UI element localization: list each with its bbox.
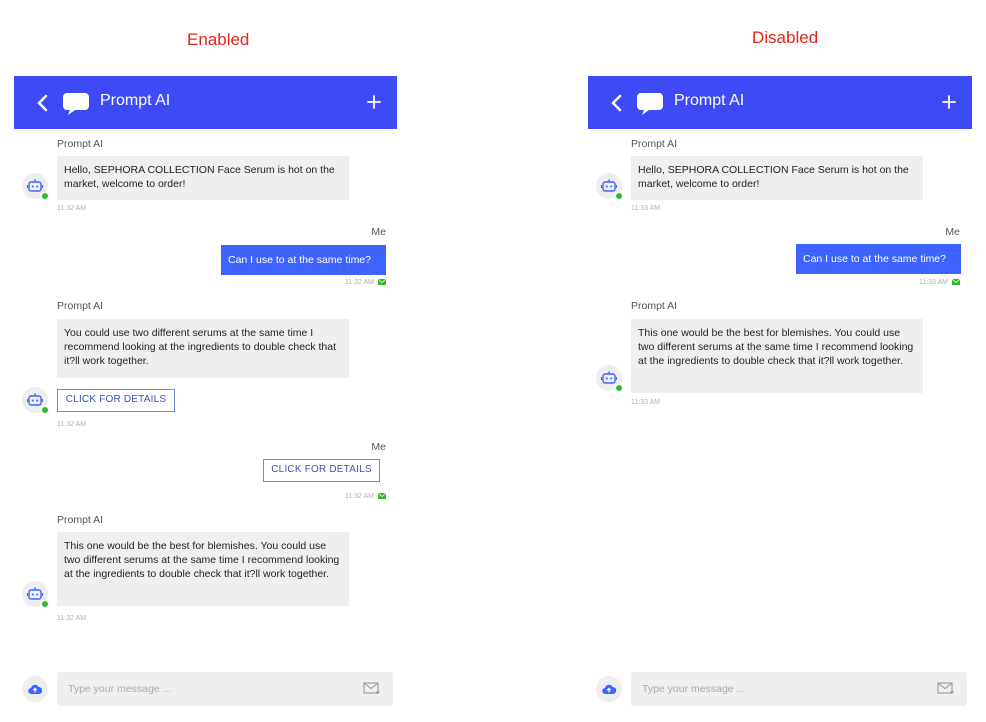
- online-status-dot: [41, 406, 49, 414]
- sender-name: Prompt AI: [631, 300, 678, 312]
- user-message-bubble: Can I use to at the same time?: [796, 244, 961, 274]
- message-input-box: [57, 672, 393, 706]
- online-status-dot: [615, 384, 623, 392]
- robot-icon: [601, 371, 617, 384]
- message-time: 11:33 AM: [631, 205, 661, 212]
- bot-avatar: [22, 173, 49, 200]
- chat-title: Prompt AI: [100, 92, 171, 109]
- message-time: 11:32 AM: [57, 205, 87, 212]
- chat-panel-disabled: Prompt AI Prompt AI Hello, SEPHORA COLLE…: [588, 76, 972, 716]
- message-input[interactable]: [68, 672, 328, 706]
- bot-message-bubble: This one would be the best for blemishes…: [57, 532, 349, 606]
- plus-icon[interactable]: [940, 92, 958, 112]
- envelope-sent-icon: [952, 279, 960, 285]
- user-message-bubble: Can I use to at the same time?: [221, 245, 386, 275]
- message-input-box: [631, 672, 967, 706]
- send-mail-icon[interactable]: [363, 682, 381, 696]
- online-status-dot: [615, 192, 623, 200]
- chat-title: Prompt AI: [674, 92, 745, 109]
- bot-avatar: [22, 387, 49, 414]
- click-for-details-button[interactable]: CLICK FOR DETAILS: [57, 389, 175, 412]
- send-mail-icon[interactable]: [937, 682, 955, 696]
- envelope-sent-icon: [378, 493, 386, 499]
- upload-button[interactable]: [596, 676, 622, 702]
- message-time: 11:32 AM: [344, 279, 374, 286]
- sender-name: Prompt AI: [57, 138, 104, 150]
- bot-message-bubble: Hello, SEPHORA COLLECTION Face Serum is …: [57, 156, 349, 200]
- chat-bubble-icon: [637, 93, 663, 115]
- plus-icon[interactable]: [365, 92, 383, 112]
- robot-icon: [27, 587, 43, 600]
- online-status-dot: [41, 600, 49, 608]
- upload-button[interactable]: [22, 676, 48, 702]
- chat-header: Prompt AI: [14, 76, 397, 129]
- sender-name: Prompt AI: [57, 514, 104, 526]
- sender-name: Prompt AI: [57, 300, 104, 312]
- sender-name: Prompt AI: [631, 138, 678, 150]
- message-time: 11:33 AM: [631, 399, 661, 406]
- bot-avatar: [596, 173, 623, 200]
- chat-bubble-icon: [63, 93, 89, 115]
- section-label-disabled: Disabled: [752, 28, 819, 47]
- message-input[interactable]: [642, 672, 902, 706]
- click-for-details-button[interactable]: CLICK FOR DETAILS: [263, 459, 380, 482]
- message-time: 11:32 AM: [344, 493, 374, 500]
- chevron-left-icon[interactable]: [607, 92, 627, 114]
- chat-header: Prompt AI: [588, 76, 972, 129]
- message-time: 11:32 AM: [57, 421, 87, 428]
- cloud-upload-icon: [602, 684, 616, 695]
- sender-name: Me: [945, 226, 960, 238]
- section-label-enabled: Enabled: [187, 30, 250, 49]
- message-time: 11:32 AM: [57, 615, 87, 622]
- robot-icon: [601, 179, 617, 192]
- sender-name: Me: [371, 441, 386, 453]
- bot-message-bubble: Hello, SEPHORA COLLECTION Face Serum is …: [631, 156, 923, 200]
- bot-avatar: [596, 365, 623, 392]
- robot-icon: [27, 393, 43, 406]
- online-status-dot: [41, 192, 49, 200]
- chat-panel-enabled: Prompt AI Prompt AI Hello, SEPHORA COLLE…: [14, 76, 397, 716]
- robot-icon: [27, 179, 43, 192]
- bot-message-bubble: You could use two different serums at th…: [57, 319, 349, 378]
- message-time: 11:33 AM: [918, 279, 948, 286]
- bot-message-bubble: This one would be the best for blemishes…: [631, 319, 923, 393]
- chevron-left-icon[interactable]: [33, 92, 53, 114]
- bot-avatar: [22, 581, 49, 608]
- sender-name: Me: [371, 226, 386, 238]
- cloud-upload-icon: [28, 684, 42, 695]
- envelope-sent-icon: [378, 279, 386, 285]
